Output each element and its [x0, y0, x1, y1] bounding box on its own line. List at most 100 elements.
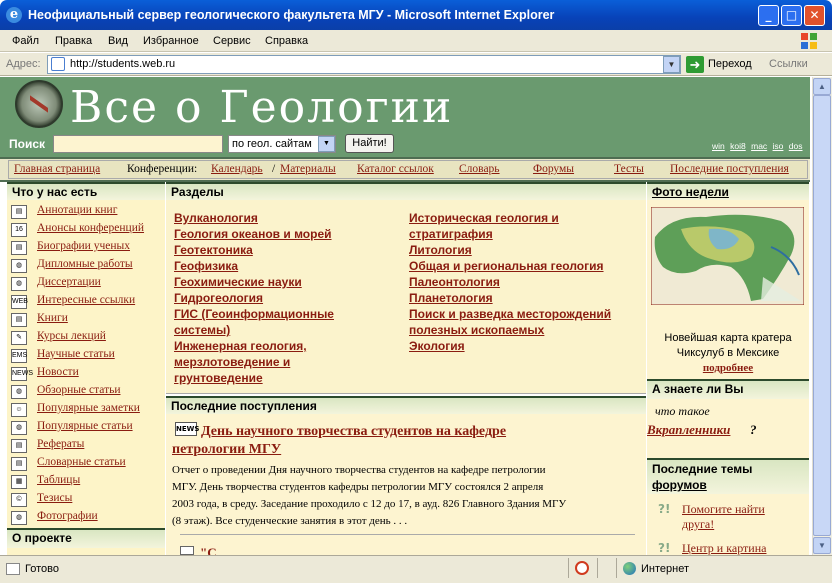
section-link[interactable]: Вулканология [174, 210, 334, 226]
forum-item-1b[interactable]: друга! [682, 517, 714, 532]
minimize-button[interactable]: _ [758, 5, 779, 26]
news-text: Отчет о проведении Дня научного творчест… [172, 462, 640, 530]
sidebar-item[interactable]: Научные статьи [37, 348, 115, 360]
section-link[interactable]: Планетология [409, 290, 611, 306]
sidebar-item[interactable]: Курсы лекций [37, 330, 106, 342]
section-link[interactable]: мерзлотоведение и [174, 354, 334, 370]
photo-of-week-image[interactable] [651, 207, 804, 305]
address-url[interactable]: http://students.web.ru [70, 58, 175, 70]
photo-more-link[interactable]: подробнее [647, 362, 809, 374]
sidebar-item[interactable]: Фотографии [37, 510, 98, 522]
news-icon: NEWS [175, 422, 199, 436]
section-link[interactable]: Палеонтология [409, 274, 611, 290]
news-text-line: (8 этаж). Все студенческие занятия в это… [172, 515, 408, 527]
section-link[interactable]: Историческая геология и [409, 210, 611, 226]
nav-catalog[interactable]: Каталог ссылок [357, 163, 434, 175]
section-link[interactable]: полезных ископаемых [409, 322, 611, 338]
popup-blocked-icon[interactable] [575, 561, 589, 575]
section-link[interactable]: Инженерная геология, [174, 338, 334, 354]
section-link[interactable]: стратиграфия [409, 226, 611, 242]
nav-forums[interactable]: Форумы [533, 163, 574, 175]
news-text-line: Отчет о проведении Дня научного творчест… [172, 464, 546, 476]
know-link[interactable]: Вкрапленники [647, 422, 730, 438]
about-heading[interactable]: О проекте [7, 528, 165, 548]
scroll-up-icon[interactable]: ▲ [813, 78, 831, 95]
section-link[interactable]: Экология [409, 338, 611, 354]
sidebar-item[interactable]: Словарные статьи [37, 456, 126, 468]
close-button[interactable]: ✕ [804, 5, 825, 26]
sections-heading: Разделы [166, 182, 646, 200]
menu-view[interactable]: Вид [108, 35, 128, 47]
scroll-thumb[interactable] [813, 95, 831, 536]
encoding-win[interactable]: win [712, 141, 725, 151]
sidebar-item[interactable]: Диссертации [37, 276, 101, 288]
photo-heading[interactable]: Фото недели [647, 182, 809, 200]
sidebar-item[interactable]: Новости [37, 366, 79, 378]
search-input[interactable] [53, 135, 223, 153]
forum-item-1[interactable]: Помогите найти [682, 502, 765, 517]
section-link[interactable]: системы) [174, 322, 334, 338]
news-title-line2[interactable]: петрологии МГУ [172, 442, 281, 458]
sidebar-item[interactable]: Популярные заметки [37, 402, 140, 414]
address-dropdown-icon[interactable]: ▼ [663, 56, 680, 73]
window-title: Неофициальный сервер геологического факу… [28, 8, 555, 22]
section-link[interactable]: Геохимические науки [174, 274, 334, 290]
news-text-line: МГУ. День творчества студентов кафедры п… [172, 481, 544, 493]
section-link[interactable]: Общая и региональная геология [409, 258, 611, 274]
go-arrow-icon[interactable]: ➜ [686, 56, 704, 73]
sidebar-item[interactable]: Тезисы [37, 492, 72, 504]
menu-file[interactable]: Файл [12, 35, 39, 47]
encoding-koi8[interactable]: koi8 [730, 141, 746, 151]
section-link[interactable]: ГИС (Геоинформационные [174, 306, 334, 322]
section-link[interactable]: Геофизика [174, 258, 334, 274]
forum-item-2[interactable]: Центр и картина [682, 541, 766, 556]
scroll-down-icon[interactable]: ▼ [813, 537, 831, 554]
section-link[interactable]: Поиск и разведка месторождений [409, 306, 611, 322]
news-title-line1[interactable]: День научного творчества студентов на ка… [201, 424, 506, 440]
sidebar-item[interactable]: Обзорные статьи [37, 384, 121, 396]
search-button[interactable]: Найти! [345, 134, 394, 153]
nav-materials[interactable]: Материалы [280, 163, 336, 175]
maximize-button[interactable]: □ [781, 5, 802, 26]
news-divider [180, 534, 635, 535]
forum-heading-2[interactable]: форумов [652, 478, 707, 492]
section-link[interactable]: Литология [409, 242, 611, 258]
section-link[interactable]: грунтоведение [174, 370, 334, 386]
sections-column-2: Историческая геология и стратиграфия Литол… [409, 210, 611, 354]
encoding-iso[interactable]: iso [773, 141, 784, 151]
nav-calendar[interactable]: Календарь [211, 163, 263, 175]
search-label: Поиск [9, 137, 46, 151]
sidebar-item[interactable]: Популярные статьи [37, 420, 133, 432]
book-icon: ▤ [11, 205, 27, 219]
section-link[interactable]: Геотектоника [174, 242, 334, 258]
links-label[interactable]: Ссылки [769, 58, 808, 70]
section-link[interactable]: Гидрогеология [174, 290, 334, 306]
sidebar-item[interactable]: Биографии ученых [37, 240, 130, 252]
go-button[interactable]: Переход [708, 58, 752, 70]
know-question: ? [750, 422, 757, 437]
sidebar-item[interactable]: Интересные ссылки [37, 294, 135, 306]
sidebar-item[interactable]: Анонсы конференций [37, 222, 144, 234]
know-line1: что такое [655, 404, 710, 418]
site-title: Все о Геологии [70, 82, 454, 133]
sidebar-item[interactable]: Аннотации книг [37, 204, 117, 216]
forum-question-icon: ?! [658, 502, 671, 516]
sidebar-item[interactable]: Книги [37, 312, 68, 324]
nav-latest[interactable]: Последние поступления [670, 163, 789, 175]
menu-tools[interactable]: Сервис [213, 35, 251, 47]
section-link[interactable]: Геология океанов и морей [174, 226, 334, 242]
sidebar-item[interactable]: Дипломные работы [37, 258, 133, 270]
menu-help[interactable]: Справка [265, 35, 308, 47]
menu-edit[interactable]: Правка [55, 35, 92, 47]
nav-dictionary[interactable]: Словарь [459, 163, 500, 175]
chevron-down-icon[interactable]: ▼ [318, 136, 335, 152]
book-icon: ▤ [11, 457, 27, 471]
menu-favorites[interactable]: Избранное [143, 35, 199, 47]
nav-home[interactable]: Главная страница [14, 163, 100, 175]
internet-zone-icon [623, 562, 636, 575]
sidebar-item[interactable]: Таблицы [37, 474, 80, 486]
nav-tests[interactable]: Тесты [614, 163, 644, 175]
sidebar-item[interactable]: Рефераты [37, 438, 84, 450]
encoding-dos[interactable]: dos [789, 141, 803, 151]
encoding-mac[interactable]: mac [751, 141, 767, 151]
